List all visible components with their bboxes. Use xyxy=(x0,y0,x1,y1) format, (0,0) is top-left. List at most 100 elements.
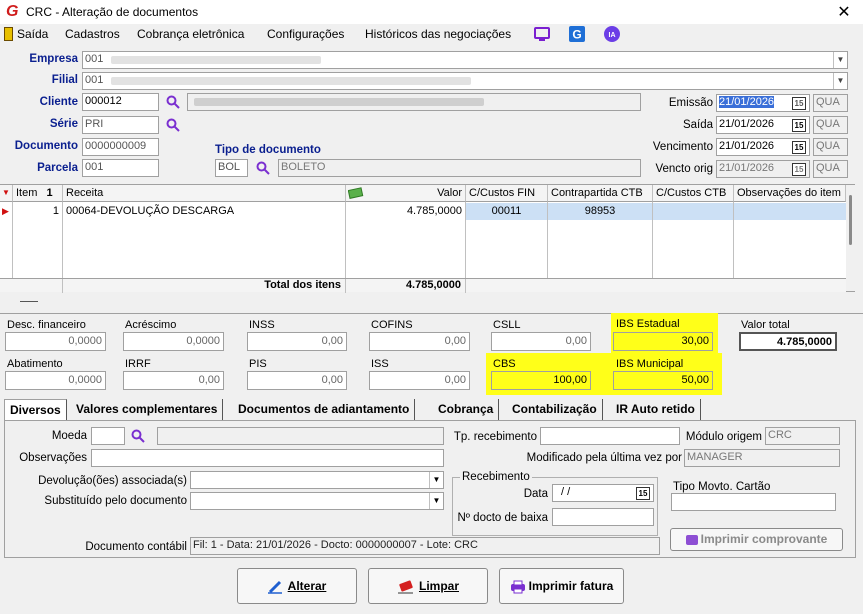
empresa-combo[interactable]: 001 ▼ xyxy=(82,51,848,69)
chevron-down-icon[interactable]: ▼ xyxy=(833,73,847,89)
menu-historicos[interactable]: Históricos das negociações xyxy=(365,27,511,41)
observacoes-input[interactable] xyxy=(91,449,444,467)
tab-documentos-adiantamento[interactable]: Documentos de adiantamento xyxy=(233,399,416,420)
ibs-municipal-input[interactable]: 50,00 xyxy=(613,371,713,390)
menu-configuracoes[interactable]: Configurações xyxy=(267,27,344,41)
calendar-icon[interactable]: 15 xyxy=(792,97,806,110)
imprimir-fatura-button[interactable]: Imprimir fatura xyxy=(499,568,624,604)
ibs-estadual-input[interactable]: 30,00 xyxy=(613,332,713,351)
search-icon[interactable] xyxy=(131,429,145,443)
emissao-day: QUA xyxy=(813,94,848,112)
cliente-name-field xyxy=(187,93,641,111)
parcela-input[interactable]: 001 xyxy=(82,159,159,177)
imprimir-fatura-label: Imprimir fatura xyxy=(528,579,614,593)
tab-cobranca[interactable]: Cobrança xyxy=(433,399,500,420)
eraser-icon xyxy=(397,580,413,594)
col-header-receita[interactable]: Receita xyxy=(63,185,346,202)
col-header-item[interactable]: Item 1 xyxy=(13,185,63,202)
iss-input[interactable]: 0,00 xyxy=(369,371,470,390)
acrescimo-label: Acréscimo xyxy=(125,319,177,331)
cell-contrapartida: 98953 xyxy=(548,203,652,220)
devolucoes-select[interactable]: ▼ xyxy=(190,471,444,489)
total-label: Total dos itens xyxy=(62,279,346,293)
search-icon[interactable] xyxy=(166,118,180,132)
menu-bar: Saída Cadastros Cobrança eletrônica Conf… xyxy=(0,24,863,44)
scrollbar-thumb[interactable] xyxy=(849,195,852,245)
desc-fin-input[interactable]: 0,0000 xyxy=(5,332,106,351)
saida-date-input[interactable]: 21/01/2026 15 xyxy=(716,116,810,134)
items-grid[interactable]: ▼ Item 1 Receita Valor C/Custos FIN Cont… xyxy=(0,184,855,293)
money-icon xyxy=(348,187,364,199)
cofins-input[interactable]: 0,00 xyxy=(369,332,470,351)
calendar-icon[interactable]: 15 xyxy=(792,119,806,132)
col-header-ccustos-fin[interactable]: C/Custos FIN xyxy=(466,185,548,202)
g-app-icon[interactable]: G xyxy=(569,26,585,42)
acrescimo-input[interactable]: 0,0000 xyxy=(123,332,224,351)
saida-date-value: 21/01/2026 xyxy=(719,118,775,130)
col-header-observacoes[interactable]: Observações do item xyxy=(734,185,846,202)
filial-combo[interactable]: 001 ▼ xyxy=(82,72,848,90)
docto-baixa-input[interactable] xyxy=(552,508,654,526)
serie-input[interactable]: PRI xyxy=(82,116,159,134)
menu-cobranca-eletronica[interactable]: Cobrança eletrônica xyxy=(137,27,244,41)
documento-input[interactable]: 0000000009 xyxy=(82,138,159,156)
chevron-down-icon[interactable]: ▼ xyxy=(833,52,847,68)
observacoes-label: Observações xyxy=(19,452,87,464)
alterar-button[interactable]: Alterar xyxy=(237,568,357,604)
limpar-label: Limpar xyxy=(418,579,459,593)
moeda-input[interactable] xyxy=(91,427,125,445)
cliente-code-input[interactable]: 000012 xyxy=(82,93,159,111)
cliente-label: Cliente xyxy=(39,96,78,108)
valor-total-field: 4.785,0000 xyxy=(739,332,837,351)
ai-icon[interactable]: IA xyxy=(604,26,620,42)
chat-icon[interactable] xyxy=(534,26,550,42)
inss-input[interactable]: 0,00 xyxy=(247,332,347,351)
tab-ir-auto-retido[interactable]: IR Auto retido xyxy=(611,399,701,420)
svg-text:G: G xyxy=(572,28,581,42)
irrf-input[interactable]: 0,00 xyxy=(123,371,224,390)
col-header-contrapartida[interactable]: Contrapartida CTB xyxy=(548,185,653,202)
chevron-down-icon[interactable]: ▼ xyxy=(429,472,443,488)
tab-valores-complementares[interactable]: Valores complementares xyxy=(71,399,224,420)
pis-input[interactable]: 0,00 xyxy=(247,371,347,390)
filial-code: 001 xyxy=(85,74,104,86)
csll-input[interactable]: 0,00 xyxy=(491,332,591,351)
modulo-origem-field: CRC xyxy=(765,427,840,445)
cell-valor: 4.785,0000 xyxy=(406,205,462,217)
tp-recebimento-input[interactable] xyxy=(540,427,680,445)
abatimento-label: Abatimento xyxy=(7,358,63,370)
substituido-label: Substituído pelo documento xyxy=(44,495,187,507)
substituido-select[interactable]: ▼ xyxy=(190,492,444,510)
imprimir-comprovante-button[interactable]: Imprimir comprovante xyxy=(670,528,843,551)
tipo-movto-cartao-input[interactable] xyxy=(671,493,836,511)
calendar-icon[interactable]: 15 xyxy=(636,487,650,500)
printer-icon xyxy=(685,534,698,545)
vencto-orig-date-value: 21/01/2026 xyxy=(719,162,775,174)
svg-text:IA: IA xyxy=(609,32,616,39)
col-header-ccustos-ctb[interactable]: C/Custos CTB xyxy=(653,185,734,202)
tab-contabilizacao[interactable]: Contabilização xyxy=(507,399,603,420)
col-header-valor[interactable]: Valor xyxy=(346,185,466,202)
abatimento-input[interactable]: 0,0000 xyxy=(5,371,106,390)
menu-saida[interactable]: Saída xyxy=(17,27,48,41)
chevron-down-icon[interactable]: ▼ xyxy=(429,493,443,509)
limpar-button[interactable]: Limpar xyxy=(368,568,488,604)
vencimento-date-input[interactable]: 21/01/2026 15 xyxy=(716,138,810,156)
vencimento-date-value: 21/01/2026 xyxy=(719,140,775,152)
grid-scrollbar[interactable] xyxy=(846,185,855,291)
emissao-date-input[interactable]: 21/01/2026 15 xyxy=(716,94,810,112)
grid-resize-handle[interactable] xyxy=(20,301,38,302)
calendar-icon[interactable]: 15 xyxy=(792,141,806,154)
col-item-label: Item xyxy=(16,187,38,199)
data-input[interactable]: / / 15 xyxy=(552,484,654,502)
cbs-input[interactable]: 100,00 xyxy=(491,371,591,390)
cofins-label: COFINS xyxy=(371,319,413,331)
ibs-estadual-label: IBS Estadual xyxy=(616,318,680,330)
tab-diversos[interactable]: Diversos xyxy=(4,399,67,420)
table-row[interactable]: ▶ 1 00064-DEVOLUÇÃO DESCARGA 4.785,0000 … xyxy=(0,203,846,220)
menu-cadastros[interactable]: Cadastros xyxy=(65,27,120,41)
search-icon[interactable] xyxy=(256,161,270,175)
tipo-doc-code-input[interactable]: BOL xyxy=(215,159,248,177)
close-button[interactable]: ✕ xyxy=(834,2,854,22)
search-icon[interactable] xyxy=(166,95,180,109)
